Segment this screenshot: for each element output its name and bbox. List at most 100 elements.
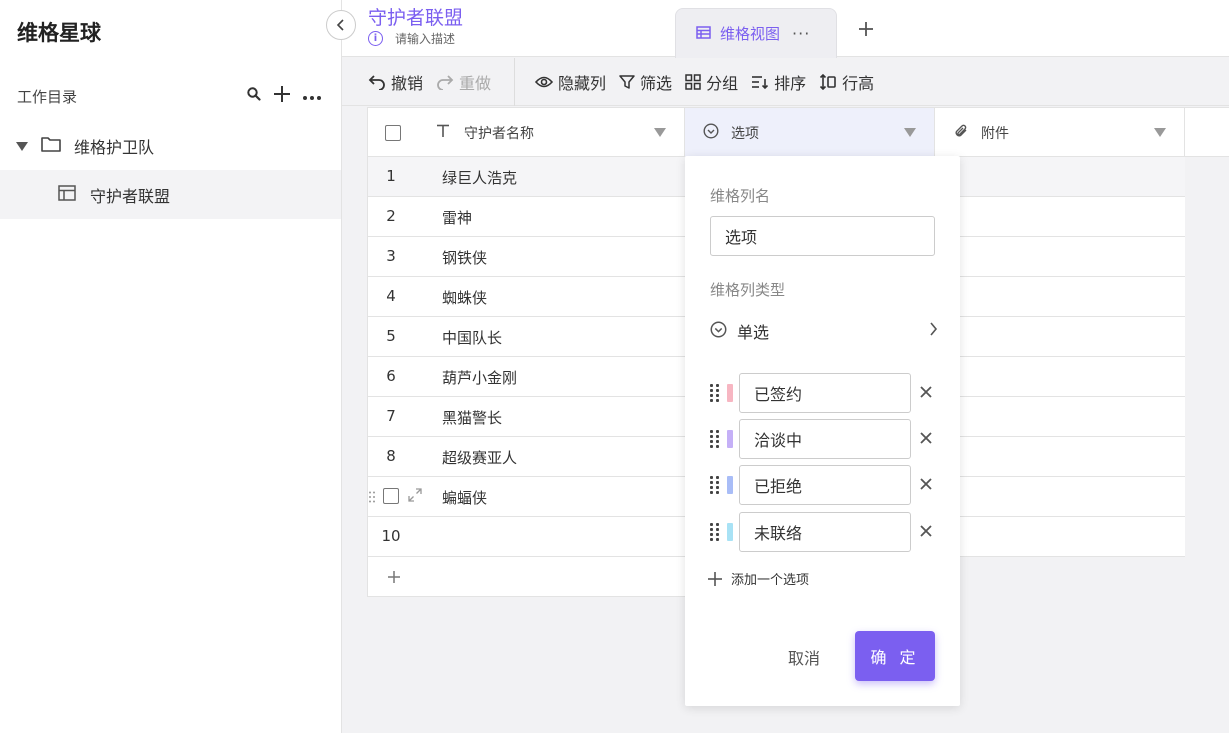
paperclip-icon <box>953 123 969 143</box>
row-name-cell[interactable]: 超级赛亚人 <box>442 447 517 468</box>
undo-label: 撤销 <box>391 73 424 93</box>
hide-columns-button[interactable]: 隐藏列 <box>535 70 606 94</box>
column-header-options[interactable]: 选项 <box>685 108 935 157</box>
select-all-checkbox[interactable] <box>385 124 401 141</box>
add-option-label: 添加一个选项 <box>731 573 810 588</box>
drag-handle-icon[interactable] <box>710 384 719 402</box>
single-select-icon <box>703 122 719 143</box>
drag-handle-icon[interactable] <box>710 476 719 494</box>
column-type-select[interactable]: 单选 <box>710 319 938 343</box>
row-height-icon <box>820 73 836 90</box>
row-number: 3 <box>386 247 396 265</box>
redo-icon <box>437 74 454 90</box>
option-color-swatch[interactable] <box>727 430 733 448</box>
redo-button[interactable]: 重做 <box>436 70 491 94</box>
expand-icon[interactable] <box>408 488 422 506</box>
column-header-name[interactable]: 守护者名称 <box>367 108 685 157</box>
option-color-swatch[interactable] <box>727 523 733 541</box>
column-menu-icon[interactable] <box>904 128 916 137</box>
column-edit-popup: 维格列名 选项 维格列类型 单选 已签约 洽谈中 已拒绝 未联络 添加一个选项 … <box>685 156 960 706</box>
group-button[interactable]: 分组 <box>685 70 738 94</box>
add-view-button[interactable] <box>857 18 875 42</box>
row-name-cell[interactable]: 雷神 <box>442 207 472 228</box>
row-number: 8 <box>386 447 396 465</box>
toolbar: 撤销 重做 隐藏列 筛选 分组 排序 行高 <box>342 57 1229 106</box>
grid-view-icon <box>696 25 711 43</box>
option-input[interactable]: 洽谈中 <box>739 419 911 459</box>
column-name-label: 维格列名 <box>710 187 771 205</box>
add-icon[interactable] <box>272 84 292 108</box>
row-name-cell[interactable]: 绿巨人浩克 <box>442 167 517 188</box>
workspace-label: 工作目录 <box>17 87 78 106</box>
row-number: 5 <box>386 327 396 345</box>
add-option-button[interactable]: 添加一个选项 <box>707 569 809 588</box>
workspace-section: 工作目录 <box>17 86 322 106</box>
topbar: 守护者联盟 i 请输入描述 维格视图 ··· <box>342 0 1229 58</box>
sidebar-item-label: 守护者联盟 <box>90 186 171 206</box>
option-row: 洽谈中 <box>710 419 938 459</box>
tab-label: 维格视图 <box>720 25 781 43</box>
toolbar-divider <box>514 57 516 106</box>
row-name-cell[interactable]: 蝙蝠侠 <box>442 487 487 508</box>
search-icon[interactable] <box>246 86 262 106</box>
sort-label: 排序 <box>774 73 807 93</box>
caret-down-icon[interactable] <box>16 141 28 151</box>
grid-header: 守护者名称 选项 附件 <box>367 107 1229 157</box>
description-text: 请输入描述 <box>395 32 456 46</box>
info-icon: i <box>368 31 383 46</box>
option-input[interactable]: 已签约 <box>739 373 911 413</box>
option-input[interactable]: 已拒绝 <box>739 465 911 505</box>
close-icon[interactable] <box>920 430 932 448</box>
tab-grid-view[interactable]: 维格视图 ··· <box>675 8 837 58</box>
row-name-cell[interactable]: 黑猫警长 <box>442 407 502 428</box>
column-menu-icon[interactable] <box>654 128 666 137</box>
chevron-right-icon <box>929 322 938 340</box>
drag-handle-icon[interactable] <box>710 430 719 448</box>
column-menu-icon[interactable] <box>1154 128 1166 137</box>
confirm-button[interactable]: 确 定 <box>855 631 935 681</box>
description[interactable]: i 请输入描述 <box>368 30 455 47</box>
close-icon[interactable] <box>920 523 932 541</box>
column-name-input[interactable]: 选项 <box>710 216 935 256</box>
close-icon[interactable] <box>920 384 932 402</box>
filter-icon <box>619 74 635 89</box>
row-height-label: 行高 <box>842 73 875 93</box>
tab-more-icon[interactable]: ··· <box>792 24 810 43</box>
undo-button[interactable]: 撤销 <box>368 70 423 94</box>
chevron-left-icon <box>336 19 344 31</box>
close-icon[interactable] <box>920 476 932 494</box>
folder-icon <box>40 135 62 157</box>
option-color-swatch[interactable] <box>727 384 733 402</box>
column-attachment-label: 附件 <box>981 125 1009 142</box>
column-type-value: 单选 <box>737 323 770 342</box>
hide-columns-label: 隐藏列 <box>558 73 607 93</box>
tree-folder-item[interactable]: 维格护卫队 <box>16 134 154 158</box>
column-header-attachment[interactable]: 附件 <box>935 108 1185 157</box>
add-row-button[interactable] <box>367 557 685 597</box>
cancel-button[interactable]: 取消 <box>788 645 820 669</box>
collapse-sidebar-button[interactable] <box>326 10 356 40</box>
page-title[interactable]: 守护者联盟 <box>368 3 463 30</box>
row-name-cell[interactable]: 钢铁侠 <box>442 247 487 268</box>
grid-border <box>367 107 368 597</box>
row-height-button[interactable]: 行高 <box>819 70 874 94</box>
drag-handle-icon[interactable] <box>369 489 375 507</box>
group-icon <box>685 73 701 90</box>
row-name-cell[interactable]: 蜘蛛侠 <box>442 287 487 308</box>
drag-handle-icon[interactable] <box>710 523 719 541</box>
sort-button[interactable]: 排序 <box>751 70 806 94</box>
column-name-label: 守护者名称 <box>464 125 534 142</box>
more-icon[interactable] <box>302 87 322 105</box>
undo-icon <box>368 74 385 90</box>
row-number: 1 <box>386 167 396 185</box>
row-checkbox[interactable] <box>383 488 399 504</box>
row-name-cell[interactable]: 中国队长 <box>442 327 502 348</box>
option-row: 已拒绝 <box>710 465 938 505</box>
option-input[interactable]: 未联络 <box>739 512 911 552</box>
filter-label: 筛选 <box>640 73 673 93</box>
single-select-icon <box>710 321 727 342</box>
filter-button[interactable]: 筛选 <box>619 70 672 94</box>
sidebar-item-sheet[interactable]: 守护者联盟 <box>0 170 341 219</box>
row-name-cell[interactable]: 葫芦小金刚 <box>442 367 517 388</box>
option-color-swatch[interactable] <box>727 476 733 494</box>
